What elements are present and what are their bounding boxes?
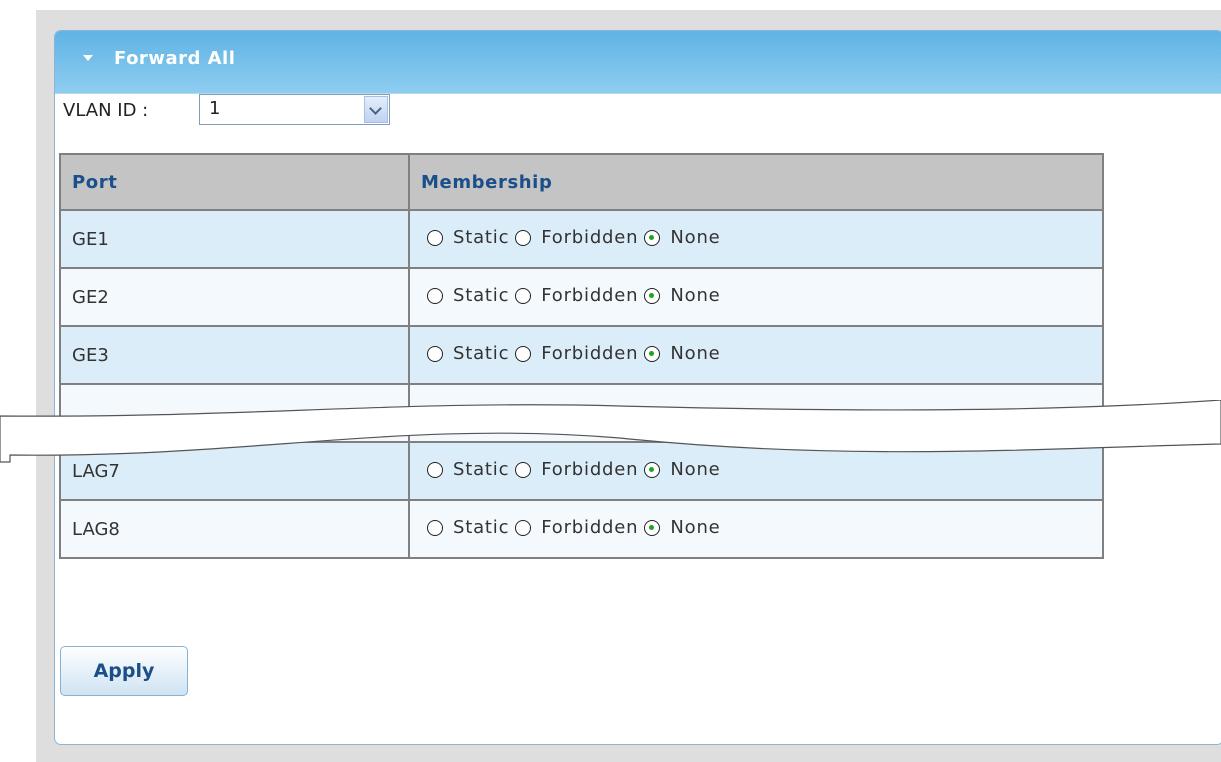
membership-option-none[interactable]: None xyxy=(644,285,720,306)
table-row: LAG8 Static Forbidden None xyxy=(59,499,1104,559)
radio-label-none: None xyxy=(670,343,721,365)
chevron-down-icon xyxy=(369,102,382,115)
panel-header[interactable]: Forward All xyxy=(55,31,1221,94)
radio-forbidden[interactable] xyxy=(515,229,532,246)
membership-cell: Static Forbidden None xyxy=(408,499,1104,559)
radio-label-forbidden: Forbidden xyxy=(541,517,639,539)
radio-forbidden[interactable] xyxy=(515,519,532,536)
radio-static[interactable] xyxy=(427,345,443,362)
radio-label-none: None xyxy=(670,285,721,307)
radio-none[interactable] xyxy=(644,229,661,246)
table-row: GE3 Static Forbidden None xyxy=(59,325,1104,385)
membership-cell: Static Forbidden None xyxy=(408,267,1104,327)
panel-title: Forward All xyxy=(114,48,236,69)
radio-label-static: Static xyxy=(453,227,510,249)
port-cell: GE2 xyxy=(59,267,410,327)
vlan-id-value: 1 xyxy=(209,98,221,119)
table-row: GE1 Static Forbidden None xyxy=(59,209,1104,269)
table-row: GE2 Static Forbidden None xyxy=(59,267,1104,327)
radio-label-none: None xyxy=(670,227,721,249)
membership-option-none[interactable]: None xyxy=(644,227,720,248)
radio-none[interactable] xyxy=(644,519,661,536)
membership-cell: Static Forbidden None xyxy=(408,325,1104,385)
radio-label-static: Static xyxy=(453,343,510,365)
table-break-overlay xyxy=(0,400,1221,463)
port-column-header: Port xyxy=(59,153,410,211)
radio-label-forbidden: Forbidden xyxy=(541,285,639,307)
radio-forbidden[interactable] xyxy=(515,345,532,362)
radio-static[interactable] xyxy=(427,229,443,246)
membership-option-static[interactable]: Static xyxy=(427,517,509,538)
vlan-id-select[interactable]: 1 xyxy=(199,94,390,125)
port-cell: LAG8 xyxy=(59,499,410,559)
radio-forbidden[interactable] xyxy=(515,287,532,304)
radio-none[interactable] xyxy=(644,287,661,304)
membership-option-forbidden[interactable]: Forbidden xyxy=(515,285,638,306)
port-cell: GE3 xyxy=(59,325,410,385)
radio-label-forbidden: Forbidden xyxy=(541,227,639,249)
membership-option-static[interactable]: Static xyxy=(427,343,509,364)
radio-label-forbidden: Forbidden xyxy=(541,343,639,365)
radio-label-static: Static xyxy=(453,285,510,307)
membership-option-none[interactable]: None xyxy=(644,343,720,364)
table-header-row: Port Membership xyxy=(59,153,1104,211)
port-cell: GE1 xyxy=(59,209,410,269)
vlan-id-label: VLAN ID : xyxy=(63,100,149,121)
radio-none[interactable] xyxy=(644,345,661,362)
membership-option-static[interactable]: Static xyxy=(427,227,509,248)
radio-static[interactable] xyxy=(427,287,443,304)
radio-static[interactable] xyxy=(427,519,443,536)
membership-column-header: Membership xyxy=(408,153,1104,211)
membership-cell: Static Forbidden None xyxy=(408,209,1104,269)
apply-button[interactable]: Apply xyxy=(60,646,188,696)
radio-label-none: None xyxy=(670,517,721,539)
vlan-dropdown-button[interactable] xyxy=(364,96,388,123)
membership-option-forbidden[interactable]: Forbidden xyxy=(515,343,638,364)
membership-option-forbidden[interactable]: Forbidden xyxy=(515,227,638,248)
membership-option-forbidden[interactable]: Forbidden xyxy=(515,517,638,538)
membership-option-static[interactable]: Static xyxy=(427,285,509,306)
triangle-down-icon[interactable] xyxy=(83,55,93,61)
membership-option-none[interactable]: None xyxy=(644,517,720,538)
radio-label-static: Static xyxy=(453,517,510,539)
